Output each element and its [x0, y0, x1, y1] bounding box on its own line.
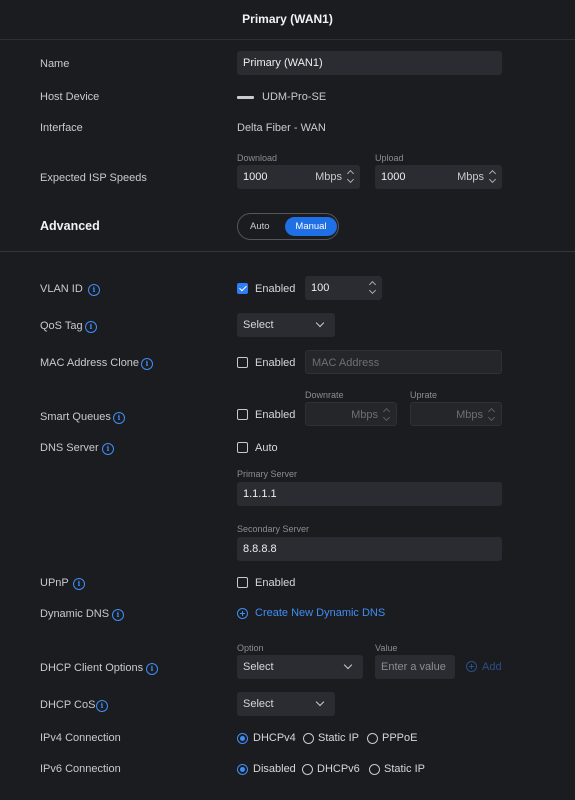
secondary-server-caption: Secondary Server — [237, 524, 310, 534]
ipv4-dhcpv4-radio[interactable] — [237, 733, 248, 744]
dns-auto-checkbox[interactable] — [237, 442, 248, 453]
toggle-manual[interactable]: Manual — [285, 217, 337, 236]
ipv4-pppoe-label[interactable]: PPPoE — [382, 732, 417, 744]
add-option-button[interactable]: Add — [482, 661, 502, 673]
mac-clone-label: MAC Address Clone — [40, 357, 140, 369]
dhcp-cos-info-icon[interactable]: i — [96, 700, 108, 712]
dhcp-client-info-icon[interactable]: i — [146, 663, 158, 675]
dhcp-option-select[interactable]: Select — [237, 655, 363, 679]
ipv6-static-radio[interactable] — [369, 764, 380, 775]
chevron-down-icon — [343, 660, 353, 670]
advanced-heading: Advanced — [40, 219, 100, 233]
dns-info-icon[interactable]: i — [102, 443, 114, 455]
ipv4-dhcpv4-label[interactable]: DHCPv4 — [253, 732, 296, 744]
upload-caption: Upload — [375, 153, 404, 163]
section-divider — [0, 251, 575, 252]
create-ddns-link[interactable]: Create New Dynamic DNS — [255, 607, 385, 619]
upload-unit: Mbps — [457, 171, 484, 183]
dns-label: DNS Server — [40, 442, 99, 454]
downrate-input[interactable]: Mbps — [305, 402, 397, 426]
device-icon — [237, 96, 254, 99]
ipv4-label: IPv4 Connection — [40, 732, 121, 744]
primary-dns-input[interactable]: 1.1.1.1 — [237, 482, 502, 506]
ipv6-disabled-label[interactable]: Disabled — [253, 763, 296, 775]
download-stepper-icon[interactable] — [346, 168, 355, 186]
add-option-icon[interactable] — [466, 661, 477, 672]
dhcp-cos-label: DHCP CoS — [40, 699, 96, 711]
secondary-dns-input[interactable]: 8.8.8.8 — [237, 537, 502, 561]
ipv4-static-label[interactable]: Static IP — [318, 732, 359, 744]
mac-address-input[interactable]: MAC Address — [305, 350, 502, 374]
uprate-unit: Mbps — [456, 409, 483, 421]
upnp-info-icon[interactable]: i — [73, 578, 85, 590]
upload-speed-input[interactable]: 1000 Mbps — [375, 165, 502, 189]
mac-enabled-checkbox[interactable] — [237, 357, 248, 368]
dhcp-option-value: Select — [243, 661, 274, 673]
ipv4-static-radio[interactable] — [303, 733, 314, 744]
ipv6-dhcpv6-label[interactable]: DHCPv6 — [317, 763, 360, 775]
panel-header: Primary (WAN1) — [0, 0, 575, 40]
chevron-down-icon — [315, 697, 325, 707]
vlan-id-input[interactable]: 100 — [305, 276, 382, 300]
host-device-label: Host Device — [40, 91, 100, 103]
value-caption: Value — [375, 643, 398, 653]
option-caption: Option — [237, 643, 264, 653]
dynamic-dns-label: Dynamic DNS — [40, 608, 110, 620]
uprate-input[interactable]: Mbps — [410, 402, 502, 426]
upnp-enabled-label: Enabled — [255, 577, 296, 589]
vlan-enabled-label: Enabled — [255, 283, 296, 295]
toggle-auto[interactable]: Auto — [250, 221, 270, 232]
uprate-caption: Uprate — [410, 390, 438, 400]
vlan-enabled-checkbox[interactable] — [237, 283, 248, 294]
uprate-stepper-icon[interactable] — [487, 406, 496, 424]
vlan-label: VLAN ID — [40, 283, 83, 295]
isp-speeds-label: Expected ISP Speeds — [40, 172, 147, 184]
upnp-label: UPnP — [40, 577, 69, 589]
downrate-caption: Downrate — [305, 390, 344, 400]
download-speed-input[interactable]: 1000 Mbps — [237, 165, 360, 189]
name-label: Name — [40, 58, 70, 70]
interface-value: Delta Fiber - WAN — [237, 122, 326, 134]
upload-stepper-icon[interactable] — [488, 168, 497, 186]
qos-info-icon[interactable]: i — [85, 321, 97, 333]
vlan-info-icon[interactable]: i — [88, 284, 100, 296]
ipv6-disabled-radio[interactable] — [237, 764, 248, 775]
download-unit: Mbps — [315, 171, 342, 183]
qos-label: QoS Tag — [40, 320, 83, 332]
downrate-unit: Mbps — [351, 409, 378, 421]
primary-server-caption: Primary Server — [237, 469, 298, 479]
smart-queues-enabled-label: Enabled — [255, 409, 296, 421]
ipv4-pppoe-radio[interactable] — [367, 733, 378, 744]
ipv6-label: IPv6 Connection — [40, 763, 121, 775]
download-caption: Download — [237, 153, 278, 163]
page-title: Primary (WAN1) — [242, 12, 333, 26]
smart-queues-label: Smart Queues — [40, 411, 111, 423]
dhcp-value-input[interactable]: Enter a value — [375, 655, 455, 679]
advanced-mode-toggle: Auto Manual — [237, 213, 339, 240]
dhcp-client-label: DHCP Client Options — [40, 662, 144, 674]
dhcp-cos-select[interactable]: Select — [237, 692, 335, 716]
host-device-value: UDM-Pro-SE — [262, 91, 327, 103]
ddns-info-icon[interactable]: i — [112, 609, 124, 621]
mac-enabled-label: Enabled — [255, 357, 296, 369]
name-input[interactable]: Primary (WAN1) — [237, 51, 502, 75]
upload-speed-value: 1000 — [381, 171, 406, 183]
dns-auto-label: Auto — [255, 442, 278, 454]
download-speed-value: 1000 — [243, 171, 268, 183]
vlan-id-value: 100 — [311, 282, 330, 294]
vlan-stepper-icon[interactable] — [368, 279, 377, 297]
dhcp-cos-value: Select — [243, 698, 274, 710]
upnp-enabled-checkbox[interactable] — [237, 577, 248, 588]
qos-select[interactable]: Select — [237, 313, 335, 337]
ipv6-static-label[interactable]: Static IP — [384, 763, 425, 775]
smart-queues-checkbox[interactable] — [237, 409, 248, 420]
interface-label: Interface — [40, 122, 83, 134]
downrate-stepper-icon[interactable] — [382, 406, 391, 424]
qos-select-value: Select — [243, 319, 274, 331]
add-circle-icon[interactable] — [237, 608, 248, 619]
ipv6-dhcpv6-radio[interactable] — [302, 764, 313, 775]
smart-queues-info-icon[interactable]: i — [113, 412, 125, 424]
chevron-down-icon — [315, 318, 325, 328]
mac-info-icon[interactable]: i — [141, 358, 153, 370]
